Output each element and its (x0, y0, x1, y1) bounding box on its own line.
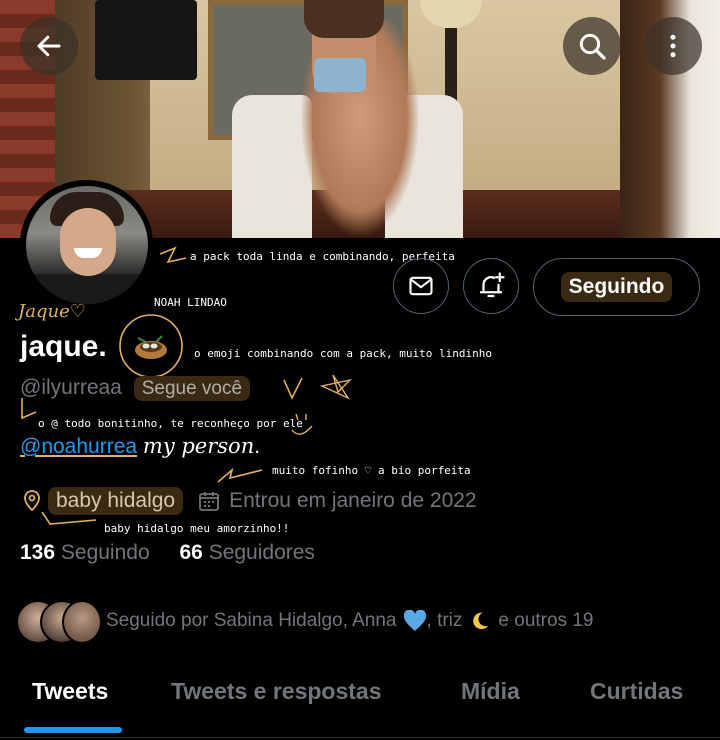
followers-label: Seguidores (208, 541, 315, 564)
following-button[interactable]: Seguindo (533, 258, 700, 316)
location-pin-icon (24, 490, 40, 512)
bio-text: my person (142, 434, 255, 458)
following-count: 136 (20, 541, 56, 564)
follower-avatar (62, 600, 102, 644)
annotation-bio: muito fofinho ♡ a bio porfeita (272, 464, 471, 477)
blue-heart-icon (403, 610, 426, 631)
mail-icon (409, 276, 433, 296)
arrow-left-icon (37, 35, 61, 57)
bio-period: . (254, 435, 261, 458)
followers-count: 66 (179, 541, 203, 564)
location-label: baby hidalgo (48, 487, 184, 515)
back-button[interactable] (20, 17, 78, 75)
notifications-button[interactable] (463, 258, 519, 314)
follows-you-label: Segue você (141, 378, 243, 399)
crescent-moon-icon (473, 612, 489, 630)
tabs-divider (0, 737, 720, 738)
joined-date: Entrou em janeiro de 2022 (229, 489, 477, 512)
display-name: jaque. (20, 330, 107, 364)
followed-by-text[interactable]: Seguido por Sabina Hidalgo, Anna , triz … (106, 610, 593, 632)
tab-media[interactable]: Mídia (461, 678, 520, 705)
followed-by-suffix: e outros 19 (498, 610, 594, 631)
tab-likes[interactable]: Curtidas (590, 678, 683, 705)
followed-by-avatars[interactable] (16, 600, 102, 644)
followed-by-mid: , triz (426, 610, 463, 631)
following-label: Seguindo (60, 541, 150, 564)
annotation-handle: o @ todo bonitinho, te reconheço por ele (38, 417, 303, 430)
nest-emoji-icon (132, 330, 170, 362)
username-handle: @ilyurreaa (20, 376, 122, 399)
annotation-location: baby hidalgo meu amorzinho!! (104, 522, 290, 535)
follow-counts: 136 Seguindo 66 Seguidores (20, 541, 315, 565)
annotation-avatar: NOAH LINDAO (154, 296, 227, 309)
more-vertical-icon (670, 34, 676, 58)
display-name-text: jaque. (20, 330, 107, 363)
bell-plus-icon (479, 272, 505, 298)
message-button[interactable] (393, 258, 449, 314)
avatar[interactable] (26, 186, 148, 304)
tab-tweets[interactable]: Tweets (32, 678, 108, 705)
more-button[interactable] (644, 17, 702, 75)
calendar-icon (199, 492, 220, 511)
followers-link[interactable]: 66 Seguidores (179, 541, 314, 564)
handle-row: @ilyurreaa Segue você (20, 376, 251, 401)
bio: @noahurrea my person. (20, 434, 260, 459)
search-icon (579, 33, 606, 60)
search-button[interactable] (563, 17, 621, 75)
following-button-label: Seguindo (560, 272, 673, 302)
annotation-signature: Jaque♡ (18, 301, 86, 322)
active-tab-indicator (24, 727, 122, 733)
follows-you-badge: Segue você (133, 376, 251, 401)
tab-tweets-replies[interactable]: Tweets e respostas (171, 678, 382, 705)
annotation-emoji: o emoji combinando com a pack, muito lin… (194, 347, 493, 360)
followed-by-prefix: Seguido por Sabina Hidalgo, Anna (106, 610, 397, 631)
following-link[interactable]: 136 Seguindo (20, 541, 155, 564)
bio-mention-link[interactable]: @noahurrea (20, 435, 137, 458)
profile-meta-row: baby hidalgo Entrou em janeiro de 2022 (20, 487, 477, 515)
